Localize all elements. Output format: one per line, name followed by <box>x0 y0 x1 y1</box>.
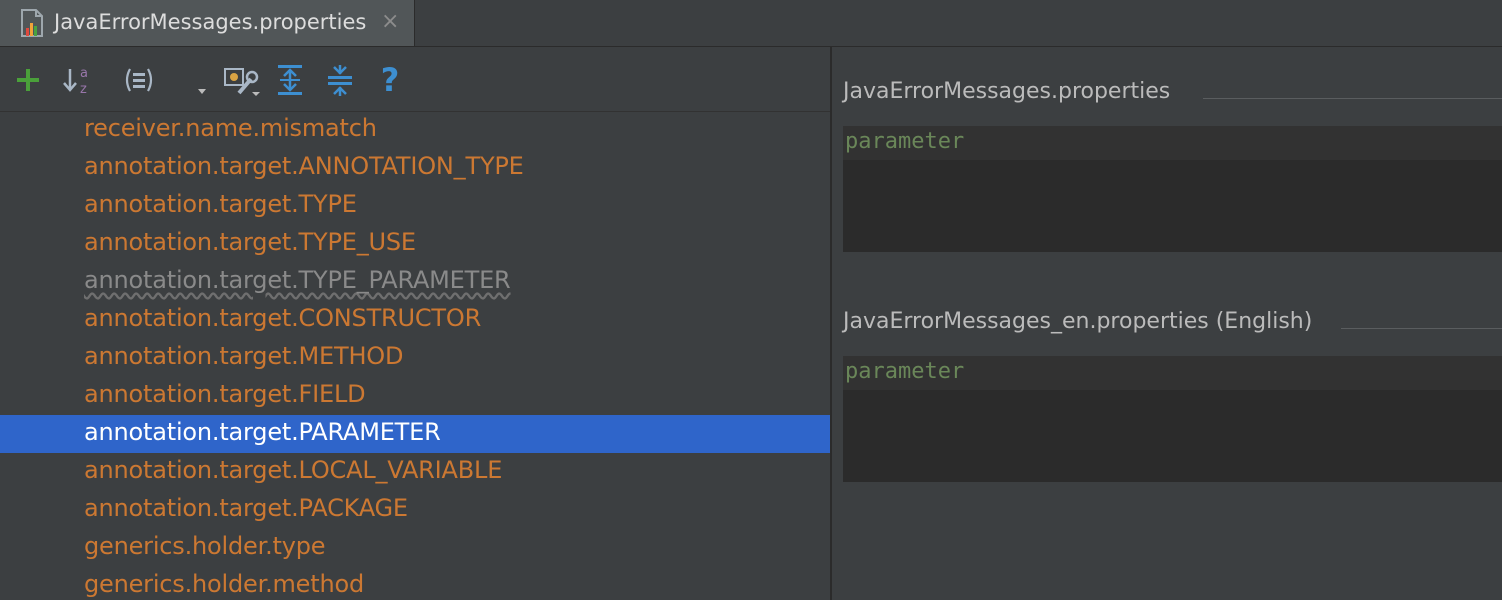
group-by-prefix-button[interactable] <box>120 63 158 97</box>
property-key-row[interactable]: receiver.name.mismatch <box>0 111 830 149</box>
property-key-row[interactable]: annotation.target.FIELD <box>0 377 830 415</box>
default-file-title: JavaErrorMessages.properties <box>843 79 1171 104</box>
property-key-label: annotation.target.TYPE_USE <box>84 228 416 256</box>
property-keys-panel: a z ? receiver.name.mismatch annotation.… <box>0 47 830 600</box>
property-key-row[interactable]: annotation.target.METHOD <box>0 339 830 377</box>
sort-alphabetically-button[interactable]: a z <box>60 63 96 97</box>
expand-all-button[interactable] <box>274 63 306 97</box>
tab-title: JavaErrorMessages.properties <box>54 10 367 34</box>
property-key-row[interactable]: annotation.target.PARAMETER <box>0 415 830 453</box>
english-file-title: JavaErrorMessages_en.properties (English… <box>843 309 1313 334</box>
property-key-label: annotation.target.TYPE <box>84 190 357 218</box>
dropdown-arrow-icon <box>198 89 206 94</box>
svg-text:z: z <box>80 82 87 97</box>
property-key-row[interactable]: annotation.target.PACKAGE <box>0 491 830 529</box>
keys-toolbar: a z ? <box>0 47 830 112</box>
collapse-all-button[interactable] <box>324 63 356 97</box>
property-key-row[interactable]: annotation.target.CONSTRUCTOR <box>0 301 830 339</box>
plus-icon <box>17 69 39 91</box>
property-key-label: annotation.target.PACKAGE <box>84 494 408 522</box>
property-key-label: annotation.target.CONSTRUCTOR <box>84 304 482 332</box>
property-key-label: annotation.target.LOCAL_VARIABLE <box>84 456 503 484</box>
property-key-row[interactable]: annotation.target.LOCAL_VARIABLE <box>0 453 830 491</box>
file-tab[interactable]: JavaErrorMessages.properties × <box>0 0 415 46</box>
english-value-editor[interactable]: parameter <box>843 356 1502 482</box>
sort-az-icon: a z <box>63 66 88 97</box>
group-options-dropdown[interactable] <box>196 63 208 97</box>
property-key-label: annotation.target.ANNOTATION_TYPE <box>84 152 524 180</box>
property-key-label: annotation.target.METHOD <box>84 342 404 370</box>
property-key-label: annotation.target.TYPE_PARAMETER <box>84 266 511 294</box>
settings-wrench-icon <box>224 68 260 96</box>
property-key-row[interactable]: annotation.target.TYPE <box>0 187 830 225</box>
property-values-panel: JavaErrorMessages.properties parameter J… <box>832 47 1502 600</box>
property-key-row[interactable]: generics.holder.method <box>0 567 830 600</box>
property-key-row[interactable]: annotation.target.ANNOTATION_TYPE <box>0 149 830 187</box>
property-value: parameter <box>845 129 965 154</box>
property-key-row[interactable]: annotation.target.TYPE_USE <box>0 225 830 263</box>
group-separator <box>1203 98 1502 99</box>
collapse-all-icon <box>328 65 352 96</box>
group-icon <box>125 68 153 92</box>
property-key-label: annotation.target.FIELD <box>84 380 366 408</box>
svg-text:a: a <box>80 66 88 81</box>
properties-file-icon <box>21 9 43 37</box>
editor-tab-bar: JavaErrorMessages.properties × <box>0 0 1502 47</box>
property-key-label: generics.holder.type <box>84 532 326 560</box>
property-key-row[interactable]: annotation.target.TYPE_PARAMETER <box>0 263 830 301</box>
property-key-row[interactable]: generics.holder.type <box>0 529 830 567</box>
property-key-label: receiver.name.mismatch <box>84 114 377 142</box>
property-key-label: generics.holder.method <box>84 570 364 598</box>
default-value-editor[interactable]: parameter <box>843 126 1502 252</box>
property-value: parameter <box>845 359 965 384</box>
help-button[interactable]: ? <box>374 63 406 97</box>
help-icon: ? <box>380 61 400 99</box>
group-separator <box>1341 328 1502 329</box>
close-tab-icon[interactable]: × <box>381 10 399 34</box>
add-property-button[interactable] <box>12 63 44 97</box>
expand-all-icon <box>278 65 302 95</box>
settings-dropdown-button[interactable] <box>220 63 262 97</box>
property-key-label: annotation.target.PARAMETER <box>84 418 441 446</box>
